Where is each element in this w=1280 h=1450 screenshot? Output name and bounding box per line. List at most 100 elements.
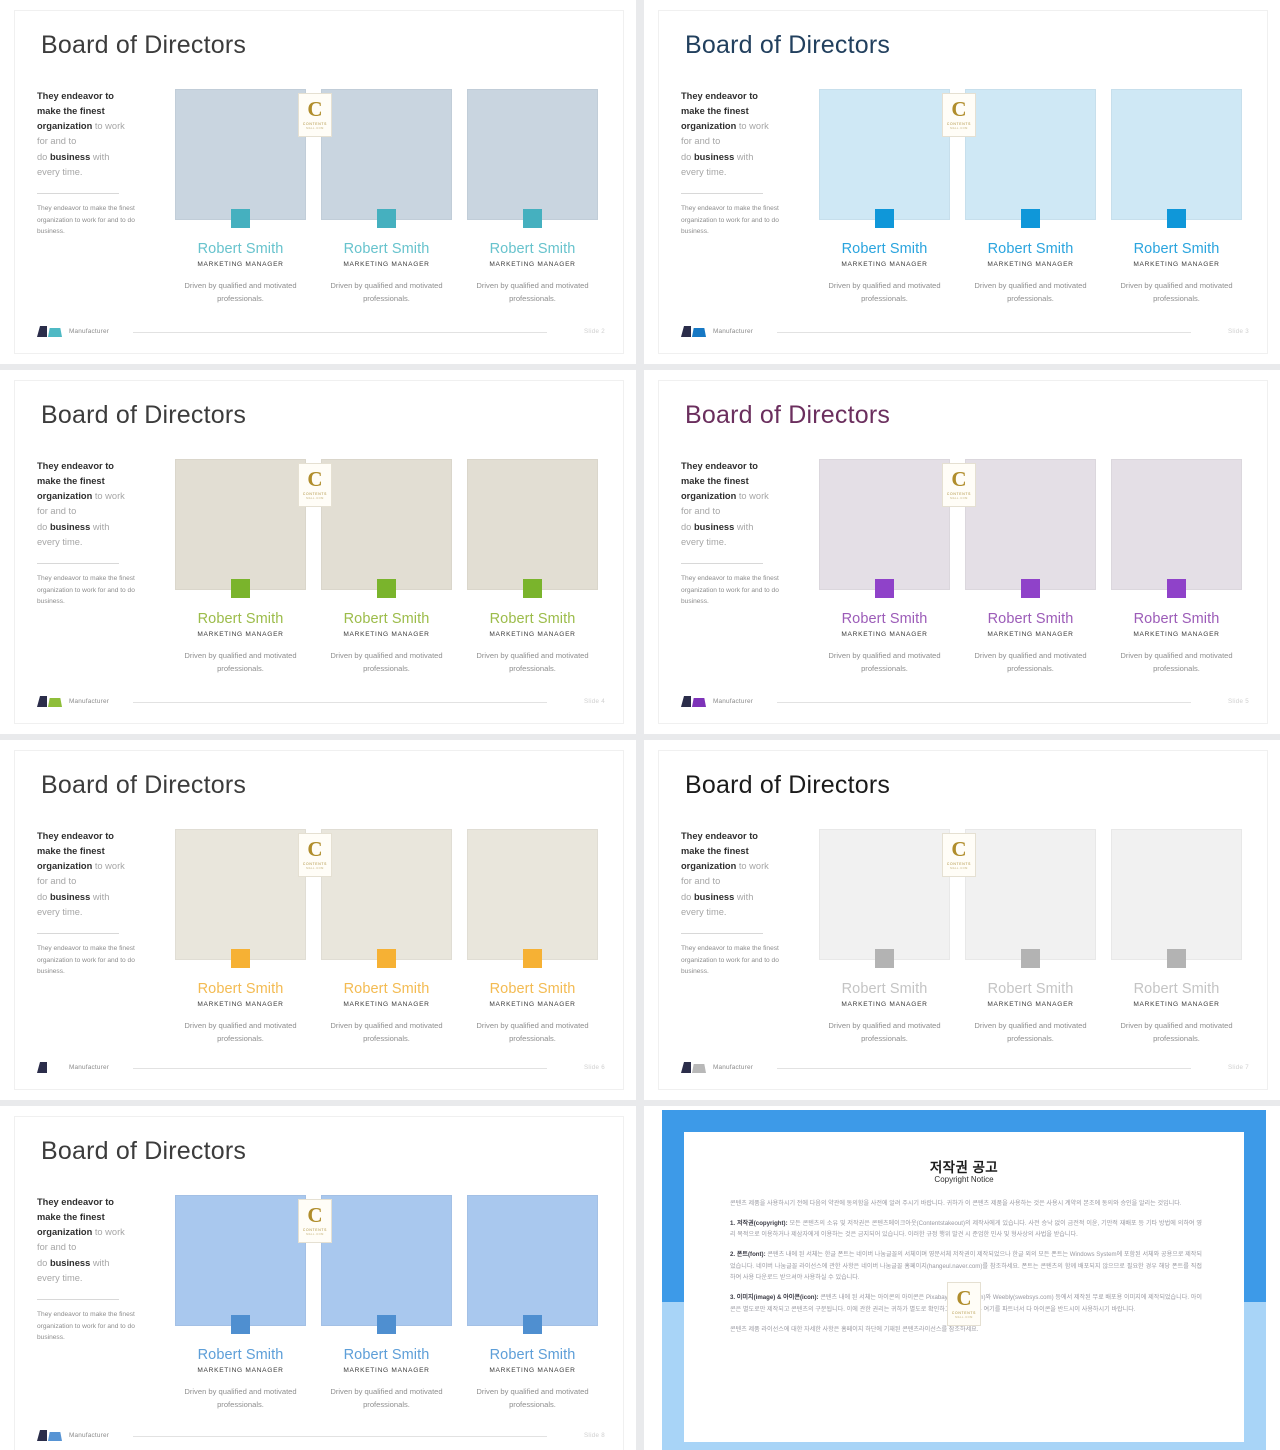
member-role: MARKETING MANAGER [197,261,284,268]
member-description: Driven by qualified and motivated profes… [184,1021,297,1044]
member-description: Driven by qualified and motivated profes… [1120,281,1233,304]
page-title: Board of Directors [41,771,247,799]
member-role: MARKETING MANAGER [197,631,284,638]
watermark-badge: C CONTENTS MALL.COM [298,463,332,507]
member-name: Robert Smith [987,981,1074,997]
team-card[interactable]: Robert Smith MARKETING MANAGER Driven by q… [1111,89,1242,303]
divider [681,933,763,934]
footer-rule [133,1436,547,1437]
slide-canvas: Board of Directors They endeavor to make t… [14,10,624,354]
team-card[interactable]: Robert Smith MARKETING MANAGER Driven by q… [819,459,950,673]
member-role: MARKETING MANAGER [841,1001,928,1008]
member-role: MARKETING MANAGER [489,261,576,268]
member-role: MARKETING MANAGER [197,1001,284,1008]
member-photo-placeholder [321,1195,452,1326]
slide-footer: Manufacturer Slide 5 [681,695,1249,709]
slide-thumbnail-2[interactable]: Board of Directors They endeavor to make t… [644,0,1280,364]
copyright-title: 저작권 공고 [929,1160,999,1175]
member-description: Driven by qualified and motivated profes… [184,1387,297,1410]
member-description: Driven by qualified and motivated profes… [476,1387,589,1410]
member-photo-placeholder [965,89,1096,220]
watermark-letter: C [307,837,323,862]
member-role: MARKETING MANAGER [987,1001,1074,1008]
member-name: Robert Smith [197,241,284,257]
team-card[interactable]: Robert Smith MARKETING MANAGER Driven by q… [467,829,598,1043]
intro-paragraph: They endeavor to make the finest organizat… [37,831,125,917]
member-name: Robert Smith [987,611,1074,627]
slide-thumbnail-4[interactable]: Board of Directors They endeavor to make t… [644,370,1280,734]
member-description: Driven by qualified and motivated profes… [974,651,1087,674]
slide-canvas: Board of Directors They endeavor to make t… [14,1116,624,1450]
logo-block [40,696,47,707]
slide-thumbnail-6[interactable]: Board of Directors They endeavor to make t… [644,740,1280,1100]
member-photo-placeholder [965,459,1096,590]
copyright-paper: 저작권 공고 Copyright Notice 콘텐츠 제품을 사용하시기 전에 다… [684,1132,1244,1442]
team-card[interactable]: Robert Smith MARKETING MANAGER Driven by q… [321,829,452,1043]
watermark-subbrand: MALL.COM [306,496,324,500]
member-description: Driven by qualified and motivated profes… [1120,651,1233,674]
member-photo-placeholder [321,89,452,220]
watermark-brand: CONTENTS [302,121,328,126]
team-card[interactable]: Robert Smith MARKETING MANAGER Driven by q… [965,89,1096,303]
team-card[interactable]: Robert Smith MARKETING MANAGER Driven by q… [467,89,598,303]
member-photo-placeholder [175,459,306,590]
watermark-subbrand: MALL.COM [955,1315,973,1319]
member-description: Driven by qualified and motivated profes… [476,281,589,304]
member-description: Driven by qualified and motivated profes… [476,651,589,674]
slide-thumbnail-5[interactable]: Board of Directors They endeavor to make t… [0,740,636,1100]
team-card[interactable]: Robert Smith MARKETING MANAGER Driven by q… [1111,829,1242,1043]
member-photo-placeholder [467,459,598,590]
slide-thumbnail-1[interactable]: Board of Directors They endeavor to make t… [0,0,636,364]
sub-note: They endeavor to make the finest organiz… [37,1311,135,1342]
member-name: Robert Smith [197,611,284,627]
slide-thumbnail-8-copyright[interactable]: 저작권 공고 Copyright Notice 콘텐츠 제품을 사용하시기 전에 다… [644,1106,1280,1450]
member-role: MARKETING MANAGER [343,1367,430,1374]
team-card[interactable]: Robert Smith MARKETING MANAGER Driven by q… [175,459,306,673]
watermark-letter: C [307,97,323,122]
team-card[interactable]: Robert Smith MARKETING MANAGER Driven by q… [965,829,1096,1043]
sub-note: They endeavor to make the finest organiz… [681,945,779,976]
slide-thumbnail-7[interactable]: Board of Directors They endeavor to make t… [0,1106,636,1450]
watermark-brand: CONTENTS [302,861,328,866]
member-name: Robert Smith [1133,241,1220,257]
logo-block [684,1062,691,1073]
team-card[interactable]: Robert Smith MARKETING MANAGER Driven by q… [321,89,452,303]
team-card[interactable]: Robert Smith MARKETING MANAGER Driven by q… [175,829,306,1043]
team-card[interactable]: Robert Smith MARKETING MANAGER Driven by q… [175,1195,306,1409]
team-card[interactable]: Robert Smith MARKETING MANAGER Driven by q… [467,459,598,673]
team-card[interactable]: Robert Smith MARKETING MANAGER Driven by q… [467,1195,598,1409]
accent-chip [377,579,396,598]
team-card[interactable]: Robert Smith MARKETING MANAGER Driven by q… [321,1195,452,1409]
page-title: Board of Directors [685,31,891,59]
intro-paragraph: They endeavor to make the finest organizat… [681,461,769,547]
member-name: Robert Smith [841,611,928,627]
slide-footer: Manufacturer Slide 7 [681,1061,1249,1075]
logo-block [684,326,691,337]
watermark-badge: C CONTENTS MALL.COM [298,93,332,137]
slide-thumbnail-3[interactable]: Board of Directors They endeavor to make t… [0,370,636,734]
member-description: Driven by qualified and motivated profes… [828,281,941,304]
team-card[interactable]: Robert Smith MARKETING MANAGER Driven by q… [819,829,950,1043]
team-card[interactable]: Robert Smith MARKETING MANAGER Driven by q… [175,89,306,303]
watermark-letter: C [951,837,967,862]
logo-trapezoid [692,1064,706,1073]
copyright-intro: 콘텐츠 제품을 사용하시기 전에 다음의 약관에 동의함을 사전에 알려 주시기… [730,1200,1182,1207]
watermark-brand: CONTENTS [302,1227,328,1232]
member-role: MARKETING MANAGER [987,261,1074,268]
copyright-para1: 1. 저작권(copyright): 모든 콘텐츠의 소유 및 저작권은 콘텐츠… [730,1219,1203,1239]
team-card[interactable]: Robert Smith MARKETING MANAGER Driven by q… [965,459,1096,673]
team-card[interactable]: Robert Smith MARKETING MANAGER Driven by q… [819,89,950,303]
copyright-para1-label: 1. 저작권(copyright): [730,1219,790,1227]
member-description: Driven by qualified and motivated profes… [330,1021,443,1044]
member-role: MARKETING MANAGER [489,1367,576,1374]
member-photo-placeholder [175,829,306,960]
sub-note: They endeavor to make the finest organiz… [681,205,779,236]
team-card[interactable]: Robert Smith MARKETING MANAGER Driven by q… [321,459,452,673]
member-description: Driven by qualified and motivated profes… [828,1021,941,1044]
team-card[interactable]: Robert Smith MARKETING MANAGER Driven by q… [1111,459,1242,673]
member-description: Driven by qualified and motivated profes… [184,281,297,304]
watermark-letter: C [307,467,323,492]
member-description: Driven by qualified and motivated profes… [330,1387,443,1410]
accent-chip [377,1315,396,1334]
watermark-subbrand: MALL.COM [950,126,968,130]
